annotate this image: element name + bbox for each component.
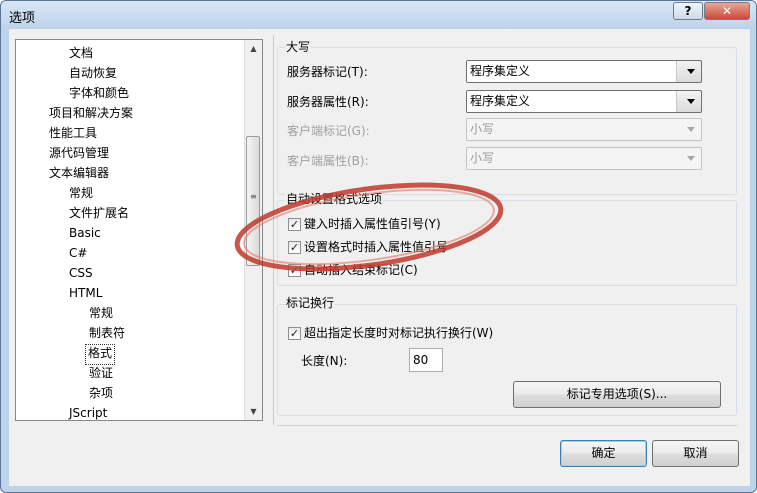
tree-item-general[interactable]: 常规 <box>69 184 93 203</box>
ok-button[interactable]: 确定 <box>560 440 647 467</box>
footer-divider <box>277 425 737 426</box>
tree-item-autorecover[interactable]: 自动恢复 <box>69 64 117 83</box>
scroll-down-icon[interactable]: ▼ <box>245 403 262 420</box>
tree-item-documents[interactable]: 文档 <box>69 44 93 63</box>
client-attr-label: 客户端属性(B): <box>287 154 369 168</box>
server-attr-select[interactable]: 程序集定义 <box>466 90 702 113</box>
tree-item-html-validation[interactable]: 验证 <box>89 364 113 383</box>
tree-item-fonts-colors[interactable]: 字体和颜色 <box>69 84 129 103</box>
length-label: 长度(N): <box>301 354 348 368</box>
auto-close-tag-label[interactable]: 自动插入结束标记(C) <box>304 262 418 278</box>
cancel-button[interactable]: 取消 <box>652 440 739 467</box>
case-group-title: 大写 <box>285 40 312 55</box>
tree-item-source-control[interactable]: 源代码管理 <box>49 144 109 163</box>
tree-item-html-tabs[interactable]: 制表符 <box>89 324 125 343</box>
tree-item-file-extensions[interactable]: 文件扩展名 <box>69 204 129 223</box>
server-tag-value: 程序集定义 <box>467 61 677 82</box>
chevron-down-icon <box>687 156 695 161</box>
window-title: 选项 <box>9 11 36 26</box>
help-icon: ? <box>684 4 692 18</box>
tree-item-html-misc[interactable]: 杂项 <box>89 384 113 403</box>
client-attr-value: 小写 <box>467 148 677 169</box>
title-bar[interactable]: 选项 ? ✕ <box>1 1 756 29</box>
server-tag-select[interactable]: 程序集定义 <box>466 60 702 83</box>
dialog-body: 文档 自动恢复 字体和颜色 项目和解决方案 性能工具 源代码管理 文本编辑器 常… <box>9 29 750 486</box>
length-input[interactable]: 80 <box>409 348 443 372</box>
insert-quotes-checkbox[interactable]: ✓ <box>288 218 301 231</box>
client-tag-label: 客户端标记(G): <box>287 124 370 138</box>
tree-item-html-general[interactable]: 常规 <box>89 304 113 323</box>
checkmark-icon: ✓ <box>289 264 300 277</box>
tree-scrollbar[interactable]: ▲ ≡ ▼ <box>244 40 262 420</box>
pane-divider <box>273 35 274 425</box>
checkmark-icon: ✓ <box>289 327 300 340</box>
close-icon: ✕ <box>721 4 733 18</box>
chevron-down-icon <box>687 127 695 132</box>
format-quotes-checkbox[interactable]: ✓ <box>288 241 301 254</box>
tree-item-csharp[interactable]: C# <box>69 244 87 263</box>
grip-icon: ≡ <box>250 192 257 201</box>
checkmark-icon: ✓ <box>289 218 300 231</box>
format-quotes-label[interactable]: 设置格式时插入属性值引号 <box>304 239 448 255</box>
checkmark-icon: ✓ <box>289 241 300 254</box>
scroll-up-icon[interactable]: ▲ <box>245 40 262 57</box>
client-tag-value: 小写 <box>467 119 677 140</box>
tree-item-performance-tools[interactable]: 性能工具 <box>49 124 97 143</box>
chevron-down-icon <box>687 99 695 104</box>
options-dialog: 选项 ? ✕ 文档 自动恢复 字体和颜色 项目和解决方案 性能工具 源代码管理 … <box>0 0 757 493</box>
insert-quotes-label[interactable]: 键入时插入属性值引号(Y) <box>304 216 441 232</box>
tree-item-text-editor[interactable]: 文本编辑器 <box>49 164 109 183</box>
client-tag-select[interactable]: 小写 <box>466 118 702 141</box>
tree-item-html[interactable]: HTML <box>69 284 102 303</box>
tree-item-jscript[interactable]: JScript <box>69 404 107 420</box>
autoformat-group-title: 自动设置格式选项 <box>285 192 384 207</box>
chevron-down-icon <box>687 69 695 74</box>
server-tag-label: 服务器标记(T): <box>287 65 368 79</box>
tree-item-basic[interactable]: Basic <box>69 224 101 243</box>
options-tree[interactable]: 文档 自动恢复 字体和颜色 项目和解决方案 性能工具 源代码管理 文本编辑器 常… <box>15 39 263 421</box>
tag-wrap-group-title: 标记换行 <box>285 296 336 311</box>
tree-item-html-format[interactable]: 格式 <box>85 344 116 365</box>
server-attr-label: 服务器属性(R): <box>287 95 369 109</box>
wrap-tags-label[interactable]: 超出指定长度时对标记执行换行(W) <box>304 325 493 341</box>
auto-close-tag-checkbox[interactable]: ✓ <box>288 264 301 277</box>
tag-specific-options-button[interactable]: 标记专用选项(S)... <box>513 381 721 408</box>
tree-item-projects-solutions[interactable]: 项目和解决方案 <box>49 104 133 123</box>
close-button[interactable]: ✕ <box>704 2 750 20</box>
scroll-thumb[interactable]: ≡ <box>246 136 260 266</box>
wrap-tags-checkbox[interactable]: ✓ <box>288 327 301 340</box>
tree-item-css[interactable]: CSS <box>69 264 93 283</box>
server-attr-value: 程序集定义 <box>467 91 677 112</box>
help-button[interactable]: ? <box>673 2 703 20</box>
client-attr-select[interactable]: 小写 <box>466 147 702 170</box>
